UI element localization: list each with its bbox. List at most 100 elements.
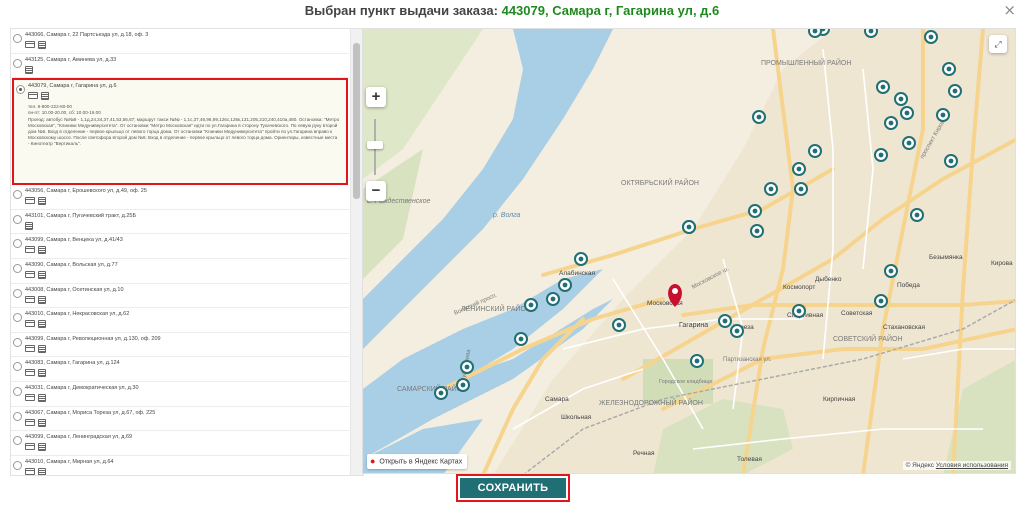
map-canvas[interactable]: ПРОМЫШЛЕННЫЙ РАЙОН р. Волга с. Рождестве…	[363, 29, 1016, 474]
pickup-marker[interactable]	[794, 182, 808, 196]
cash-icon	[38, 246, 46, 255]
radio-button[interactable]	[13, 190, 22, 200]
list-item[interactable]: 443008, Самара г, Осетинская ул, д.10	[11, 284, 349, 309]
zoom-slider-knob[interactable]	[367, 141, 383, 149]
radio-button[interactable]	[13, 313, 22, 323]
open-yandex-label: Открыть в Яндекс Картах	[379, 458, 463, 466]
radio-button[interactable]	[13, 460, 22, 470]
card-icon	[25, 295, 35, 303]
list-item[interactable]: 443099, Самара г, Венцека ул, д.41/43	[11, 234, 349, 259]
card-icon	[25, 344, 35, 352]
cash-icon	[38, 443, 46, 452]
cash-icon	[38, 467, 46, 475]
list-item[interactable]: 443083, Самара г, Гагарина ул, д.124	[11, 357, 349, 382]
pickup-marker[interactable]	[524, 298, 538, 312]
pickup-marker[interactable]	[558, 278, 572, 292]
pickup-marker[interactable]	[748, 204, 762, 218]
pickup-marker[interactable]	[546, 292, 560, 306]
pickup-marker[interactable]	[902, 136, 916, 150]
map[interactable]: ПРОМЫШЛЕННЫЙ РАЙОН р. Волга с. Рождестве…	[362, 28, 1016, 474]
pickup-marker[interactable]	[730, 324, 744, 338]
pickup-marker[interactable]	[900, 106, 914, 120]
radio-button[interactable]	[13, 386, 22, 396]
pickup-points-list[interactable]: 443066, Самара г, 22 Партсъезда ул, д.18…	[10, 28, 364, 476]
pickup-marker[interactable]	[884, 264, 898, 278]
list-item[interactable]: 443031, Самара г, Демократическая ул, д.…	[11, 382, 349, 407]
pickup-marker[interactable]	[864, 29, 878, 38]
cash-icon	[38, 270, 46, 279]
pickup-marker[interactable]	[808, 144, 822, 158]
pickup-marker[interactable]	[764, 182, 778, 196]
close-icon[interactable]: ×	[1003, 3, 1016, 18]
pickup-address: 443090, Самара г, Вольская ул, д.77	[25, 261, 118, 268]
radio-button[interactable]	[13, 214, 22, 224]
scroll-thumb[interactable]	[353, 43, 360, 199]
pickup-marker[interactable]	[690, 354, 704, 368]
radio-button[interactable]	[13, 411, 22, 421]
cash-icon	[38, 295, 46, 304]
list-item[interactable]: 443056, Самара г, Ерошевского ул, д.49, …	[11, 185, 349, 210]
radio-button[interactable]	[13, 362, 22, 372]
radio-button[interactable]	[16, 85, 25, 95]
pickup-marker[interactable]	[792, 304, 806, 318]
list-item[interactable]: 443066, Самара г, 22 Партсъезда ул, д.18…	[11, 29, 349, 54]
list-item[interactable]: 443101, Самара г, Пугачевский тракт, д.2…	[11, 210, 349, 235]
radio-button[interactable]	[13, 34, 22, 43]
save-button-frame: СОХРАНИТЬ	[456, 474, 570, 502]
pickup-marker[interactable]	[514, 332, 528, 346]
cash-icon	[38, 320, 46, 329]
label-rechnaya: Речная	[633, 450, 655, 457]
pickup-marker[interactable]	[752, 110, 766, 124]
pickup-marker[interactable]	[874, 148, 888, 162]
pickup-marker[interactable]	[612, 318, 626, 332]
radio-button[interactable]	[13, 239, 22, 249]
list-item[interactable]: 443010, Самара г, Некрасовская ул, д.62	[11, 308, 349, 333]
card-icon	[25, 418, 35, 426]
map-copyright: © Яндекс Условия использования	[902, 461, 1011, 470]
pickup-marker[interactable]	[574, 252, 588, 266]
zoom-in-button[interactable]: +	[366, 87, 386, 107]
pickup-marker[interactable]	[876, 80, 890, 94]
pickup-marker[interactable]	[948, 84, 962, 98]
list-item[interactable]: 443099, Самара г, Революционная ул, д.13…	[11, 333, 349, 358]
open-yandex-maps-link[interactable]: ● Открыть в Яндекс Картах	[367, 454, 468, 469]
list-item[interactable]: 443090, Самара г, Вольская ул, д.77	[11, 259, 349, 284]
pickup-marker[interactable]	[460, 360, 474, 374]
zoom-out-button[interactable]: −	[366, 181, 386, 201]
pickup-address: 443010, Самара г, Мирная ул, д.64	[25, 458, 114, 465]
pickup-marker[interactable]	[944, 154, 958, 168]
pickup-address: 443125, Самара г, Аминева ул, д.33	[25, 56, 117, 63]
pickup-marker[interactable]	[874, 294, 888, 308]
pickup-marker[interactable]	[894, 92, 908, 106]
pickup-marker[interactable]	[750, 224, 764, 238]
radio-button[interactable]	[13, 337, 22, 347]
pickup-marker[interactable]	[924, 30, 938, 44]
list-item[interactable]: 443067, Самара г, Мориса Тореза ул, д.67…	[11, 407, 349, 432]
pickup-marker[interactable]	[884, 116, 898, 130]
pickup-marker[interactable]	[434, 386, 448, 400]
pickup-marker[interactable]	[936, 108, 950, 122]
pickup-marker[interactable]	[910, 208, 924, 222]
radio-button[interactable]	[13, 436, 22, 446]
header-title: Выбран пункт выдачи заказа:	[304, 3, 498, 18]
terms-link[interactable]: Условия использования	[936, 462, 1008, 469]
list-item[interactable]: 443125, Самара г, Аминева ул, д.33	[11, 54, 349, 79]
radio-button[interactable]	[13, 288, 22, 298]
fullscreen-icon[interactable]: ⤢	[989, 35, 1007, 53]
list-item[interactable]: 443099, Самара г, Ленинградская ул, д.69	[11, 431, 349, 456]
card-icon	[25, 246, 35, 254]
pickup-marker[interactable]	[456, 378, 470, 392]
radio-button[interactable]	[13, 263, 22, 273]
pickup-marker[interactable]	[682, 220, 696, 234]
list-item-selected[interactable]: 443079, Самара г, Гагарина ул, д.6 тел. 8…	[12, 78, 348, 186]
pickup-marker[interactable]	[718, 314, 732, 328]
label-oktyabrsky: ОКТЯБРЬСКИЙ РАЙОН	[621, 178, 699, 187]
pickup-marker[interactable]	[942, 62, 956, 76]
radio-button[interactable]	[13, 58, 22, 68]
pickup-marker[interactable]	[808, 29, 822, 38]
save-button[interactable]: СОХРАНИТЬ	[460, 478, 566, 498]
pickup-address: 443067, Самара г, Мориса Тореза ул, д.67…	[25, 409, 156, 416]
pickup-address: 443099, Самара г, Венцека ул, д.41/43	[25, 237, 123, 244]
list-item[interactable]: 443010, Самара г, Мирная ул, д.64	[11, 456, 349, 475]
pickup-marker[interactable]	[792, 162, 806, 176]
